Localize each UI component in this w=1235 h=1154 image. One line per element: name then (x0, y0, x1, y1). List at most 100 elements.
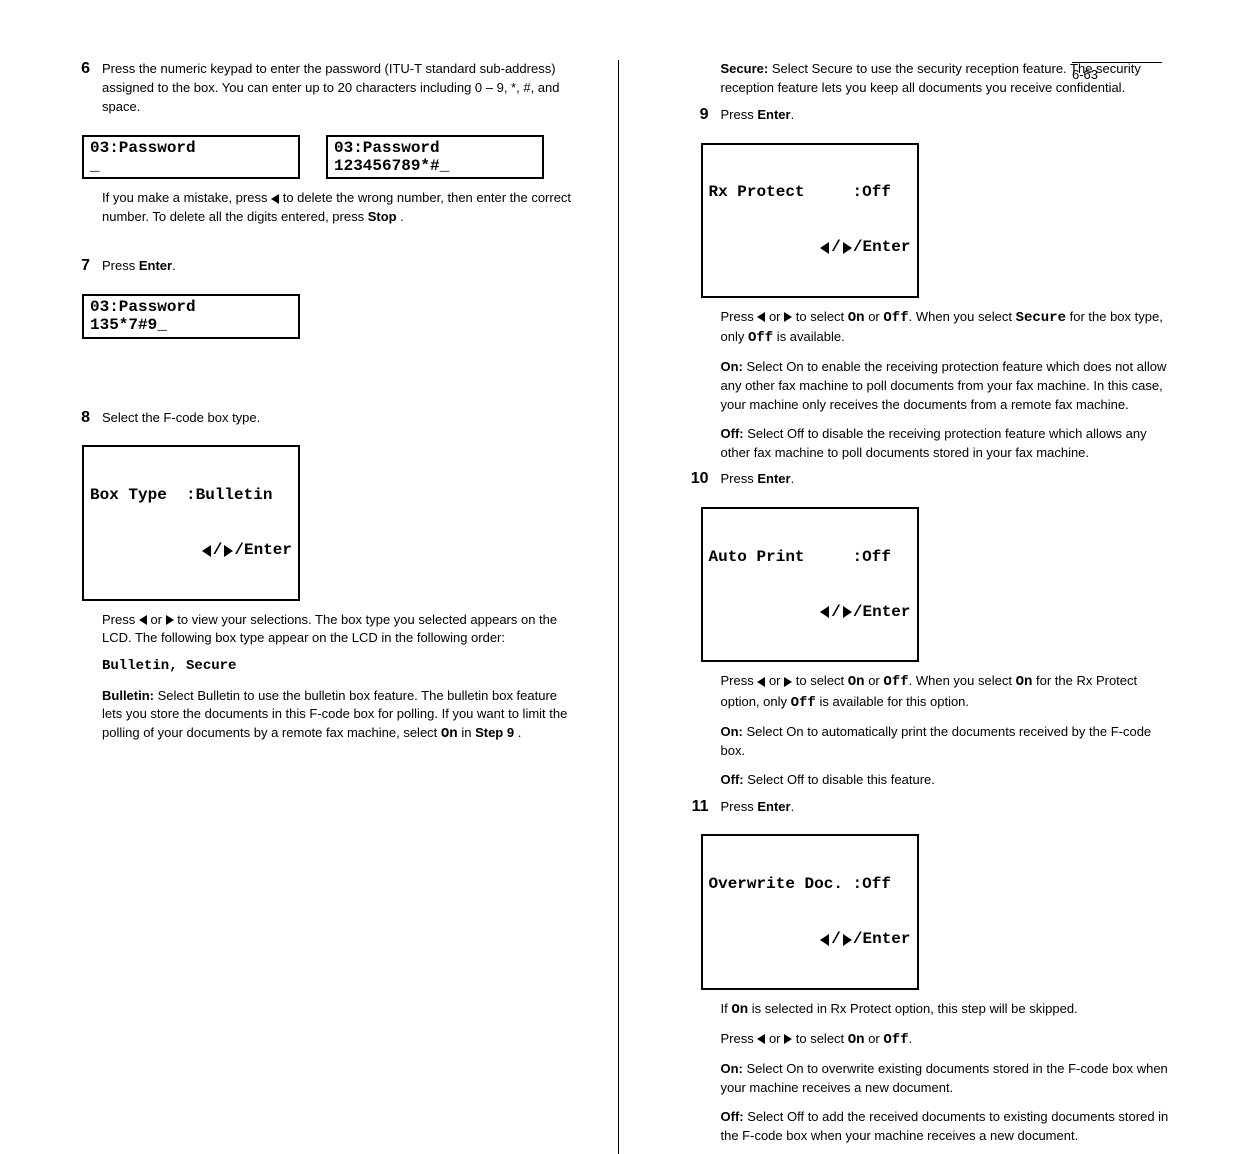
lcd-line1: Overwrite Doc. :Off (709, 875, 911, 893)
enter-key-label: Enter (757, 471, 790, 486)
step-number: 7 (60, 257, 90, 275)
right-tri-icon (224, 545, 233, 557)
enter-text: /Enter (853, 930, 911, 948)
right-column: Secure: Select Secure to use the securit… (618, 60, 1235, 1154)
enter-key-label: Enter (757, 107, 790, 122)
step-11: 11 Press Enter. (679, 798, 1176, 817)
text: Select On to automatically print the doc… (721, 724, 1152, 758)
secure-desc: Secure: Select Secure to use the securit… (679, 60, 1176, 98)
step-text: Press Enter. (721, 106, 1176, 125)
step11-off: Off: Select Off to add the received docu… (679, 1108, 1176, 1146)
lcd-arrow-enter: //Enter (709, 603, 911, 621)
left-arrow-icon (757, 677, 765, 687)
step-number: 6 (60, 60, 90, 78)
step-10: 10 Press Enter. (679, 470, 1176, 489)
text: in (461, 725, 475, 740)
step10-note: Press or to select On or Off. When you s… (679, 672, 1176, 713)
lcd-password-empty: 03:Password _ (82, 135, 300, 180)
text: Select Off to add the received documents… (721, 1109, 1169, 1143)
text: . (791, 107, 795, 122)
text: Select Secure to use the security recept… (721, 61, 1141, 95)
on-word: On (731, 1002, 748, 1018)
step-text: Press the numeric keypad to enter the pa… (102, 60, 578, 117)
step11-on: On: Select On to overwrite existing docu… (679, 1060, 1176, 1098)
lcd-line1: Box Type :Bulletin (90, 486, 292, 504)
step9-note: Press or to select On or Off. When you s… (679, 308, 1176, 349)
enter-key-label: Enter (139, 258, 172, 273)
enter-key-label: Enter (757, 799, 790, 814)
left-arrow-icon (271, 194, 279, 204)
step-7: 7 Press Enter. (60, 257, 578, 276)
text: is selected in Rx Protect option, this s… (752, 1001, 1078, 1016)
text: Select On to enable the receiving protec… (721, 359, 1167, 412)
off-label: Off: (721, 1109, 744, 1124)
step9-off: Off: Select Off to disable the receiving… (679, 425, 1176, 463)
step-text: Press Enter. (721, 470, 1176, 489)
left-arrow-icon (139, 615, 147, 625)
step11-note2: Press or to select On or Off. (679, 1030, 1176, 1050)
text: Press (721, 799, 758, 814)
lcd-overwrite-doc: Overwrite Doc. :Off //Enter (701, 834, 919, 989)
options-list: Bulletin, Secure (60, 656, 578, 676)
on-word: On (441, 726, 458, 742)
lcd-box-type: Box Type :Bulletin //Enter (82, 445, 300, 600)
step-number: 8 (60, 409, 90, 427)
right-arrow-icon (166, 615, 174, 625)
step8-note: Press or to view your selections. The bo… (60, 611, 578, 649)
step-text: Press Enter. (721, 798, 1176, 817)
stop-key-label: Stop (368, 209, 397, 224)
text: If (721, 1001, 732, 1016)
note-text: . (400, 209, 404, 224)
enter-text: /Enter (853, 603, 911, 621)
left-arrow-icon (757, 1034, 765, 1044)
step-number: 10 (679, 470, 709, 488)
step9-on: On: Select On to enable the receiving pr… (679, 358, 1176, 415)
on-label: On: (721, 1061, 743, 1076)
on-label: On: (721, 359, 743, 374)
step-text: Press Enter. (102, 257, 578, 276)
lcd-password-full: 03:Password 123456789*#_ (326, 135, 544, 180)
right-arrow-icon (784, 1034, 792, 1044)
step10-off: Off: Select Off to disable this feature. (679, 771, 1176, 790)
enter-text: /Enter (234, 541, 292, 559)
left-column: 6 Press the numeric keypad to enter the … (0, 60, 618, 1154)
note-text: If you make a mistake, press (102, 190, 271, 205)
lcd-auto-print: Auto Print :Off //Enter (701, 507, 919, 662)
step-6: 6 Press the numeric keypad to enter the … (60, 60, 578, 117)
step-8: 8 Select the F-code box type. (60, 409, 578, 428)
left-tri-icon (820, 606, 829, 618)
lcd-password-partial: 03:Password 135*7#9_ (82, 294, 300, 339)
right-arrow-icon (784, 312, 792, 322)
right-tri-icon (843, 934, 852, 946)
bulletin-desc: Bulletin: Select Bulletin to use the bul… (60, 687, 578, 745)
lcd-arrow-enter: //Enter (90, 541, 292, 559)
lcd-arrow-enter: //Enter (709, 930, 911, 948)
step-number: 11 (679, 798, 709, 816)
step-text: Select the F-code box type. (102, 409, 578, 428)
text: Select Off to disable the receiving prot… (721, 426, 1147, 460)
bulletin-label: Bulletin: (102, 688, 154, 703)
right-tri-icon (843, 242, 852, 254)
step11-note1: If On is selected in Rx Protect option, … (679, 1000, 1176, 1020)
off-label: Off: (721, 426, 744, 441)
text: . (791, 799, 795, 814)
text: Press (102, 258, 139, 273)
text: Press (721, 107, 758, 122)
secure-label: Secure: (721, 61, 769, 76)
text: Select Off to disable this feature. (747, 772, 935, 787)
lcd-rx-protect: Rx Protect :Off //Enter (701, 143, 919, 298)
left-tri-icon (202, 545, 211, 557)
left-arrow-icon (757, 312, 765, 322)
text: Select On to overwrite existing document… (721, 1061, 1168, 1095)
lcd-arrow-enter: //Enter (709, 238, 911, 256)
enter-text: /Enter (853, 238, 911, 256)
lcd-line1: Rx Protect :Off (709, 183, 911, 201)
text: . (791, 471, 795, 486)
left-tri-icon (820, 242, 829, 254)
text: Press (721, 471, 758, 486)
off-label: Off: (721, 772, 744, 787)
text: . (518, 725, 522, 740)
step-number: 9 (679, 106, 709, 124)
step6-note: If you make a mistake, press to delete t… (60, 189, 578, 227)
step-ref: Step 9 (475, 725, 514, 740)
